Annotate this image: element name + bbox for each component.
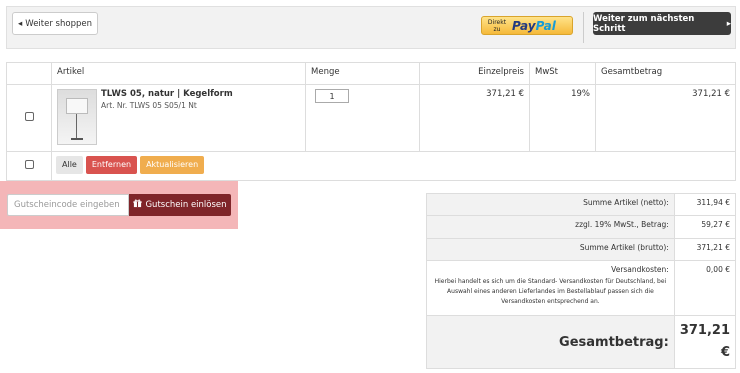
net-sum-label: Summe Artikel (netto):: [426, 193, 675, 216]
select-column-header: [6, 62, 52, 85]
redeem-voucher-button[interactable]: Gutschein einlösen: [129, 194, 231, 216]
voucher-section: Gutscheincode eingeben Gutschein einlöse…: [0, 181, 238, 229]
item-select-cell: [6, 84, 52, 152]
actions-cell: Alle Entfernen Aktualisieren: [51, 151, 736, 181]
cart-header-row: Artikel Menge Einzelpreis MwSt Gesamtbet…: [6, 62, 736, 85]
next-step-label: Weiter zum nächsten Schritt: [593, 13, 695, 34]
paypal-direkt-text: Direkt zu: [487, 18, 507, 33]
vat-cell: 19%: [529, 84, 596, 152]
remove-button[interactable]: Entfernen: [85, 156, 138, 174]
toolbar-divider: [583, 12, 584, 43]
select-all-cell: [6, 151, 52, 181]
continue-shopping-button[interactable]: ◂ Weiter shoppen: [12, 12, 98, 35]
select-all-button[interactable]: Alle: [56, 156, 83, 174]
select-all-checkbox[interactable]: [24, 160, 34, 169]
article-header: Artikel: [51, 62, 306, 85]
shipping-note: Hierbei handelt es sich um die Standard-…: [434, 278, 667, 305]
qty-cell: 1: [305, 84, 420, 152]
qty-header: Menge: [305, 62, 420, 85]
caret-left-icon: ◂: [18, 18, 23, 29]
vat-header: MwSt: [529, 62, 596, 85]
vat-sum-value: 59,27 €: [673, 215, 737, 239]
unit-price-cell: 371,21 €: [419, 84, 530, 152]
paypal-logo: PayPal: [512, 18, 556, 33]
gross-sum-label: Summe Artikel (brutto):: [426, 238, 675, 261]
redeem-voucher-label: Gutschein einlösen: [145, 200, 227, 210]
cart-toolbar: ◂ Weiter shoppen Direkt zu PayPal Weiter…: [6, 6, 736, 49]
total-cell: 371,21 €: [595, 84, 736, 152]
cart-actions-row: Alle Entfernen Aktualisieren: [6, 151, 736, 181]
shipping-cell: Versandkosten: Hierbei handelt es sich u…: [426, 260, 675, 316]
paypal-express-button[interactable]: Direkt zu PayPal: [481, 16, 573, 35]
voucher-code-input[interactable]: Gutscheincode eingeben: [7, 194, 129, 216]
cart-item-row: TLWS 05, natur | Kegelform Art. Nr. TLWS…: [6, 84, 736, 152]
shipping-label: Versandkosten:: [611, 265, 669, 274]
order-summary: Summe Artikel (netto): 311,94 € zzgl. 19…: [426, 193, 737, 369]
update-button[interactable]: Aktualisieren: [140, 156, 205, 174]
unit-price-header: Einzelpreis: [419, 62, 530, 85]
cart-table: Artikel Menge Einzelpreis MwSt Gesamtbet…: [6, 62, 736, 181]
next-step-button[interactable]: Weiter zum nächsten Schritt ▸: [593, 12, 731, 35]
gift-icon: [133, 199, 143, 211]
quantity-input[interactable]: 1: [315, 89, 349, 103]
continue-shopping-label: Weiter shoppen: [25, 18, 92, 29]
gross-sum-value: 371,21 €: [673, 238, 737, 261]
shipping-value: 0,00 €: [673, 260, 737, 316]
total-header: Gesamtbetrag: [595, 62, 736, 85]
grand-total-label: Gesamtbetrag:: [559, 334, 669, 350]
net-sum-value: 311,94 €: [673, 193, 737, 216]
grand-total-label-cell: Gesamtbetrag:: [426, 315, 675, 369]
article-cell: TLWS 05, natur | Kegelform Art. Nr. TLWS…: [51, 84, 306, 152]
vat-sum-label: zzgl. 19% MwSt., Betrag:: [426, 215, 675, 239]
caret-right-icon: ▸: [726, 18, 731, 29]
item-checkbox[interactable]: [24, 112, 34, 121]
grand-total-value: 371,21 €: [673, 315, 737, 369]
product-image[interactable]: [57, 89, 97, 145]
